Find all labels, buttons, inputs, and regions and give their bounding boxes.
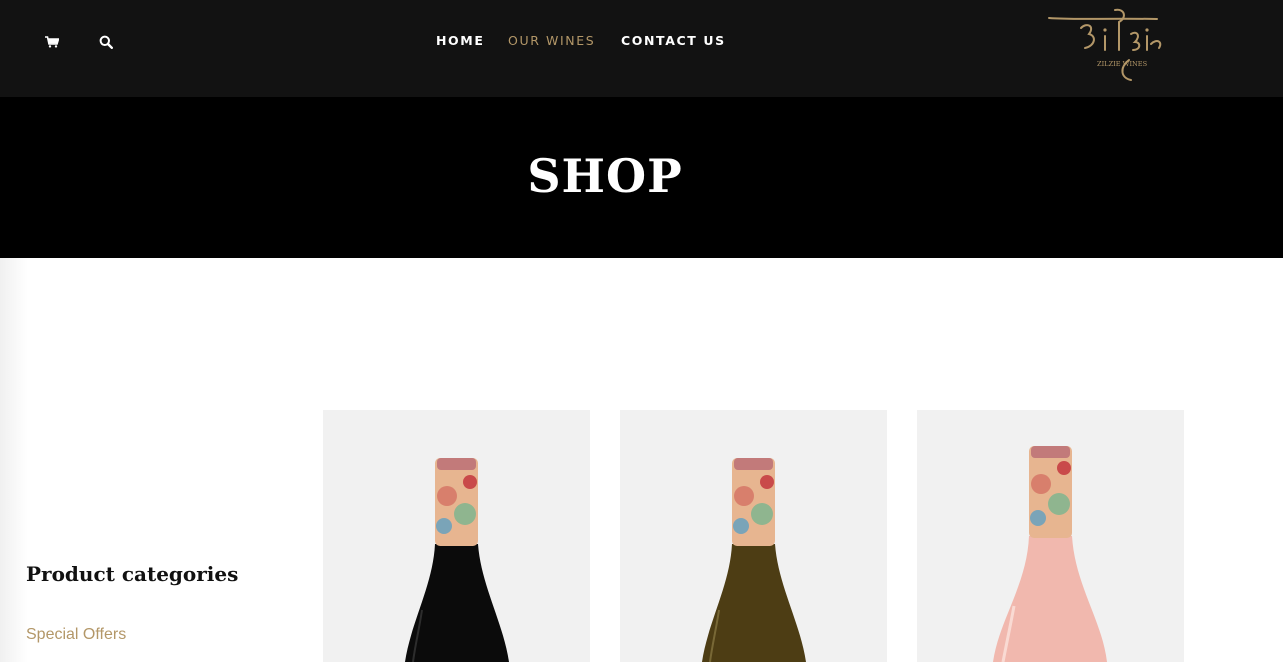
nav-contact-us[interactable]: CONTACT US [621, 33, 726, 48]
product-card[interactable] [620, 410, 887, 662]
page-banner: SHOP [0, 97, 1283, 258]
page-title: SHOP [527, 149, 683, 203]
product-card[interactable] [323, 410, 590, 662]
nav-home[interactable]: HOME [436, 33, 484, 48]
site-header: HOME OUR WINES CONTACT US ZILZIE WINES [0, 0, 1283, 97]
sidebar-heading: Product categories [26, 562, 239, 586]
zilzie-logo[interactable]: ZILZIE WINES [1045, 6, 1165, 84]
bottle-body [702, 544, 806, 662]
left-edge-shadow [0, 258, 28, 662]
product-card[interactable] [917, 410, 1184, 662]
nav-our-wines[interactable]: OUR WINES [508, 33, 595, 48]
wine-bottle-image [702, 458, 806, 662]
bottle-body [405, 544, 509, 662]
category-link-special-offers[interactable]: Special Offers [26, 626, 126, 644]
wine-bottle-image [993, 446, 1107, 662]
logo-caption: ZILZIE WINES [1097, 60, 1148, 68]
bottle-body [993, 536, 1107, 662]
wine-bottle-image [405, 458, 509, 662]
